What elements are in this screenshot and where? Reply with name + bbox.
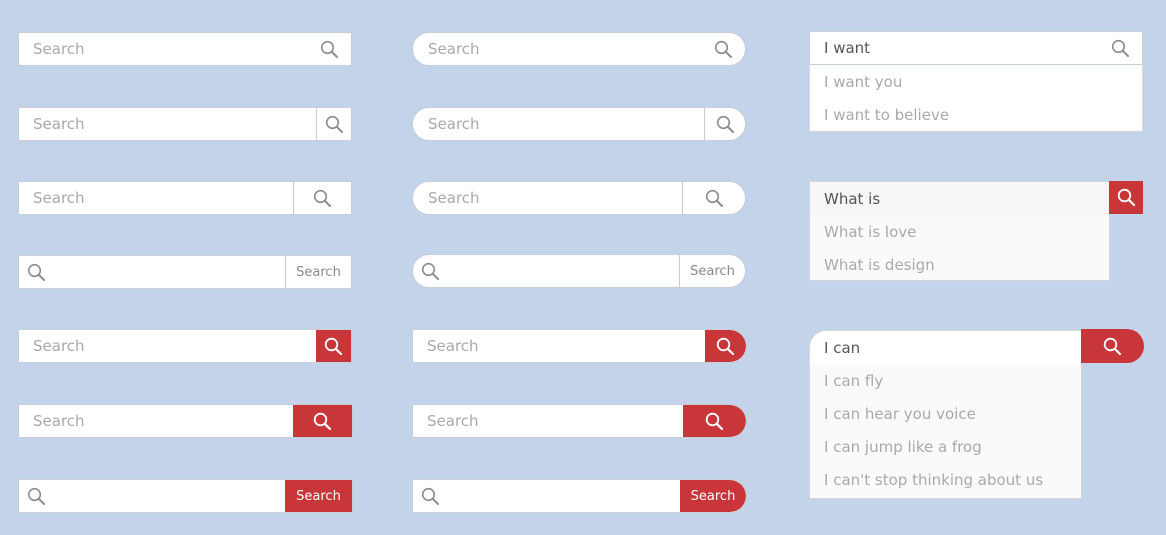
search-button[interactable]: [293, 405, 352, 437]
search-button[interactable]: [705, 330, 746, 362]
search-bar-square-red-wide-icon[interactable]: Search: [18, 404, 353, 438]
search-bar-square-red-icon[interactable]: Search: [18, 329, 352, 363]
search-query: I want: [824, 39, 871, 57]
search-icon: [716, 337, 735, 355]
search-input[interactable]: Search: [413, 33, 701, 65]
search-icon: [716, 115, 734, 133]
search-placeholder: Search: [33, 189, 85, 207]
suggestion-item-query[interactable]: What is: [810, 182, 1109, 215]
search-bar-rounded-red-text[interactable]: Search: [412, 479, 747, 513]
search-query: I can: [824, 338, 861, 357]
suggestion-list: What is What is love What is design: [809, 181, 1110, 281]
search-placeholder: Search: [428, 115, 480, 133]
search-input[interactable]: [19, 480, 285, 512]
search-bar-square-wide-icon[interactable]: Search: [18, 181, 352, 215]
search-bar-rounded-red-wide-icon[interactable]: Search: [412, 404, 747, 438]
search-icon: [27, 487, 46, 506]
search-icon: [325, 115, 343, 133]
suggestion-item-query[interactable]: I can: [810, 331, 1081, 364]
search-icon: [1103, 337, 1122, 355]
search-bar-rounded-icon-inside[interactable]: Search: [412, 32, 746, 66]
search-query: What is: [824, 189, 881, 208]
suggestion-item[interactable]: What is design: [810, 248, 1109, 281]
search-placeholder: Search: [428, 40, 480, 58]
search-bar-square-text-button[interactable]: Search: [18, 255, 352, 289]
search-button[interactable]: [704, 108, 745, 140]
search-bar-square-divided-icon[interactable]: Search: [18, 107, 352, 141]
search-icon: [1117, 188, 1135, 207]
search-input[interactable]: Search: [413, 405, 683, 437]
search-input[interactable]: I want: [809, 31, 1143, 65]
search-button[interactable]: [316, 108, 351, 140]
search-icon[interactable]: [701, 33, 745, 65]
search-input[interactable]: [413, 480, 680, 512]
search-button[interactable]: [1109, 181, 1143, 214]
suggestion-item[interactable]: I can hear you voice: [810, 397, 1081, 430]
search-button[interactable]: [293, 182, 351, 214]
search-icon: [421, 262, 440, 281]
search-input[interactable]: Search: [19, 405, 293, 437]
suggestion-item[interactable]: I can fly: [810, 364, 1081, 397]
search-icon: [324, 337, 343, 355]
suggestion-list: I can I can fly I can hear you voice I c…: [809, 330, 1082, 499]
search-bar-rounded-divided-icon[interactable]: Search: [412, 107, 746, 141]
search-input[interactable]: Search: [413, 108, 704, 140]
search-bar-rounded-red-icon[interactable]: Search: [412, 329, 747, 363]
suggestion-list: I want you I want to believe: [809, 65, 1143, 132]
search-input[interactable]: [19, 256, 285, 288]
search-button[interactable]: Search: [285, 480, 352, 512]
search-icon[interactable]: [1111, 39, 1130, 58]
search-bar-rounded-text-button[interactable]: Search: [412, 254, 746, 288]
search-button-label: Search: [296, 488, 341, 504]
suggestion-item[interactable]: I want to believe: [810, 98, 1142, 131]
search-bar-square-icon-inside[interactable]: Search: [18, 32, 352, 66]
suggestion-item[interactable]: I can't stop thinking about us: [810, 463, 1081, 496]
search-button-label: Search: [690, 263, 735, 279]
search-input[interactable]: Search: [19, 33, 307, 65]
search-icon: [313, 189, 331, 207]
search-placeholder: Search: [428, 189, 480, 207]
search-input[interactable]: Search: [19, 330, 316, 362]
search-icon: [421, 487, 440, 506]
search-placeholder: Search: [33, 40, 85, 58]
search-icon: [27, 263, 46, 282]
search-icon: [705, 412, 724, 430]
search-placeholder: Search: [33, 337, 85, 355]
search-placeholder: Search: [33, 115, 85, 133]
search-bar-square-red-text[interactable]: Search: [18, 479, 353, 513]
search-button-label: Search: [690, 488, 736, 504]
suggestion-item[interactable]: I want you: [810, 65, 1142, 98]
search-input[interactable]: Search: [19, 108, 316, 140]
search-button[interactable]: Search: [285, 256, 351, 288]
search-bar-rounded-wide-icon[interactable]: Search: [412, 181, 746, 215]
search-input[interactable]: Search: [413, 182, 682, 214]
suggestion-item[interactable]: What is love: [810, 215, 1109, 248]
search-button[interactable]: [316, 330, 351, 362]
search-button[interactable]: [683, 405, 746, 437]
search-button-label: Search: [296, 264, 341, 280]
search-button[interactable]: Search: [680, 480, 746, 512]
search-button[interactable]: [1081, 329, 1144, 363]
search-icon[interactable]: [307, 33, 351, 65]
search-input[interactable]: [413, 255, 679, 287]
search-placeholder: Search: [33, 412, 85, 430]
suggestion-item[interactable]: I can jump like a frog: [810, 430, 1081, 463]
search-input[interactable]: Search: [19, 182, 293, 214]
search-button[interactable]: [682, 182, 745, 214]
search-button[interactable]: Search: [679, 255, 745, 287]
search-icon: [313, 412, 332, 430]
search-placeholder: Search: [427, 337, 479, 355]
search-placeholder: Search: [427, 412, 479, 430]
search-input[interactable]: Search: [413, 330, 705, 362]
search-icon: [705, 189, 723, 207]
